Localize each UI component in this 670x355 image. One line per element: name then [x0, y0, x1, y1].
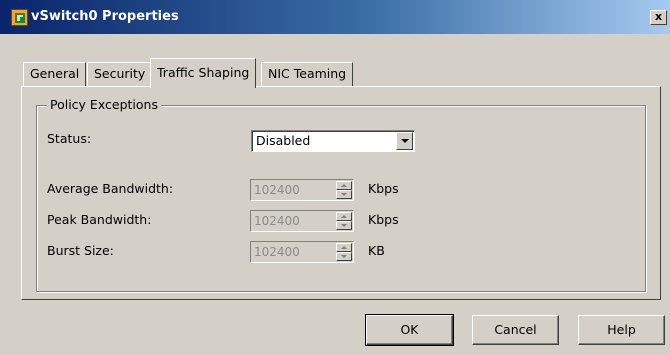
tab-traffic-shaping[interactable]: Traffic Shaping	[150, 58, 257, 88]
burst-size-label: Burst Size:	[47, 243, 114, 258]
chevron-down-icon[interactable]	[396, 132, 413, 150]
average-bandwidth-unit: Kbps	[368, 181, 399, 196]
status-value: Disabled	[256, 133, 311, 148]
status-dropdown[interactable]: Disabled	[251, 130, 415, 152]
stepper-buttons	[336, 181, 352, 199]
increment-arrow-icon[interactable]	[336, 181, 352, 190]
window-title: vSwitch0 Properties	[31, 9, 179, 24]
decrement-arrow-icon[interactable]	[336, 221, 352, 230]
increment-arrow-icon[interactable]	[336, 243, 352, 252]
tab-general[interactable]: General	[23, 62, 87, 86]
close-button[interactable]: x	[650, 10, 667, 25]
group-title: Policy Exceptions	[47, 97, 161, 112]
stepper-buttons	[336, 243, 352, 261]
peak-bandwidth-stepper[interactable]: 102400	[250, 210, 354, 232]
vmware-switch-icon	[11, 9, 28, 26]
average-bandwidth-value: 102400	[254, 183, 300, 197]
ok-button[interactable]: OK	[365, 314, 454, 346]
status-label: Status:	[47, 131, 92, 146]
burst-size-unit: KB	[368, 243, 385, 258]
decrement-arrow-icon[interactable]	[336, 190, 352, 199]
average-bandwidth-stepper[interactable]: 102400	[250, 179, 354, 201]
peak-bandwidth-label: Peak Bandwidth:	[47, 212, 152, 227]
stepper-buttons	[336, 212, 352, 230]
title-bar[interactable]: vSwitch0 Properties x	[0, 0, 670, 34]
average-bandwidth-label: Average Bandwidth:	[47, 181, 174, 196]
peak-bandwidth-value: 102400	[254, 214, 300, 228]
burst-size-stepper[interactable]: 102400	[250, 241, 354, 263]
decrement-arrow-icon[interactable]	[336, 252, 352, 261]
tab-nic-teaming[interactable]: NIC Teaming	[261, 62, 354, 86]
increment-arrow-icon[interactable]	[336, 212, 352, 221]
help-button[interactable]: Help	[578, 315, 665, 345]
peak-bandwidth-unit: Kbps	[368, 212, 399, 227]
tab-security[interactable]: Security	[87, 62, 153, 86]
properties-dialog: vSwitch0 Properties x General Security T…	[0, 0, 670, 355]
burst-size-value: 102400	[254, 245, 300, 259]
cancel-button[interactable]: Cancel	[472, 315, 559, 345]
